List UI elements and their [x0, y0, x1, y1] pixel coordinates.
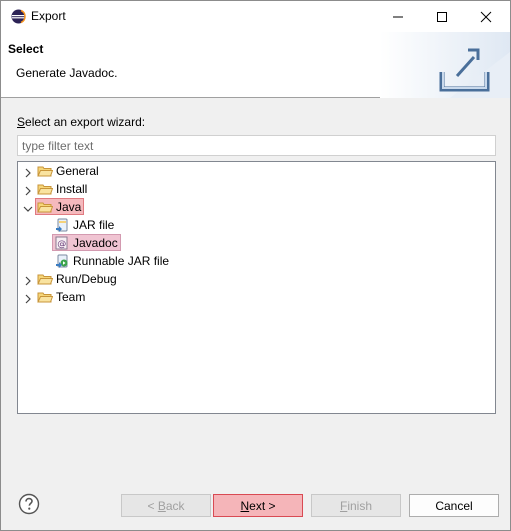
chevron-right-icon[interactable] [23, 186, 33, 196]
tree-item-general[interactable]: General [36, 162, 101, 179]
tree-item-label: Run/Debug [56, 271, 117, 286]
folder-open-icon [37, 202, 53, 212]
next-button-accel: N [240, 498, 250, 513]
tree-item-label: Java [56, 199, 82, 214]
export-dialog: Export Select Generate Javadoc. Select a… [0, 0, 511, 531]
maximize-button[interactable] [420, 1, 464, 32]
minimize-button[interactable] [376, 1, 420, 32]
select-wizard-label: Select an export wizard: [17, 115, 145, 129]
tree-item-label: Team [56, 289, 86, 304]
wizard-tree[interactable]: General Install Java JAR file @ Javadoc … [17, 161, 496, 414]
javadoc-icon: @ [55, 236, 68, 249]
folder-icon [37, 292, 53, 302]
maximize-icon [437, 11, 447, 22]
tree-item-runnable-jar-file[interactable]: Runnable JAR file [53, 252, 171, 269]
minimize-icon [393, 16, 403, 17]
eclipse-icon [11, 9, 26, 24]
page-title: Select [8, 42, 44, 56]
close-icon [480, 11, 492, 22]
folder-icon [37, 274, 53, 284]
next-button-label: ext > [249, 498, 276, 513]
page-description: Generate Javadoc. [16, 66, 118, 80]
finish-button-label: inish [347, 498, 373, 513]
cancel-button[interactable]: Cancel [409, 494, 499, 517]
finish-button-accel: F [339, 498, 348, 513]
tree-item-label: Javadoc [73, 235, 118, 250]
folder-icon [37, 184, 53, 194]
tree-item-install[interactable]: Install [36, 180, 89, 197]
tree-item-run-debug[interactable]: Run/Debug [36, 270, 119, 287]
select-wizard-label-rest: elect an export wizard: [25, 115, 146, 129]
folder-icon [37, 166, 53, 176]
tree-item-label: General [56, 163, 99, 178]
tree-item-java[interactable]: Java [35, 198, 85, 215]
svg-text:@: @ [57, 239, 66, 249]
tree-item-label: Runnable JAR file [73, 253, 170, 268]
cancel-button-label: Cancel [435, 498, 473, 513]
tree-item-javadoc[interactable]: @ Javadoc [52, 234, 121, 251]
next-button[interactable]: Next > [213, 494, 303, 517]
close-button[interactable] [464, 1, 508, 32]
back-button-prefix: < [147, 498, 158, 513]
export-wizard-banner-icon [380, 32, 510, 98]
back-button-label: ack [165, 498, 185, 513]
help-icon[interactable] [18, 493, 40, 515]
chevron-right-icon[interactable] [23, 168, 33, 178]
back-button[interactable]: < Back [121, 494, 211, 517]
jar-file-icon [56, 218, 68, 232]
chevron-down-icon[interactable] [23, 204, 33, 214]
chevron-right-icon[interactable] [23, 276, 33, 286]
window-title: Export [31, 9, 66, 23]
wizard-header: Select Generate Javadoc. [1, 32, 510, 98]
tree-item-team[interactable]: Team [36, 288, 87, 305]
back-button-accel: B [157, 498, 166, 513]
tree-item-jar-file[interactable]: JAR file [53, 216, 116, 233]
filter-input[interactable] [17, 135, 496, 156]
tree-item-label: Install [56, 181, 88, 196]
tree-item-label: JAR file [73, 217, 115, 232]
chevron-right-icon[interactable] [23, 294, 33, 304]
finish-button[interactable]: Finish [311, 494, 401, 517]
select-wizard-label-accel: S [17, 115, 26, 129]
runnable-jar-icon [56, 254, 68, 268]
title-bar: Export [1, 1, 510, 32]
